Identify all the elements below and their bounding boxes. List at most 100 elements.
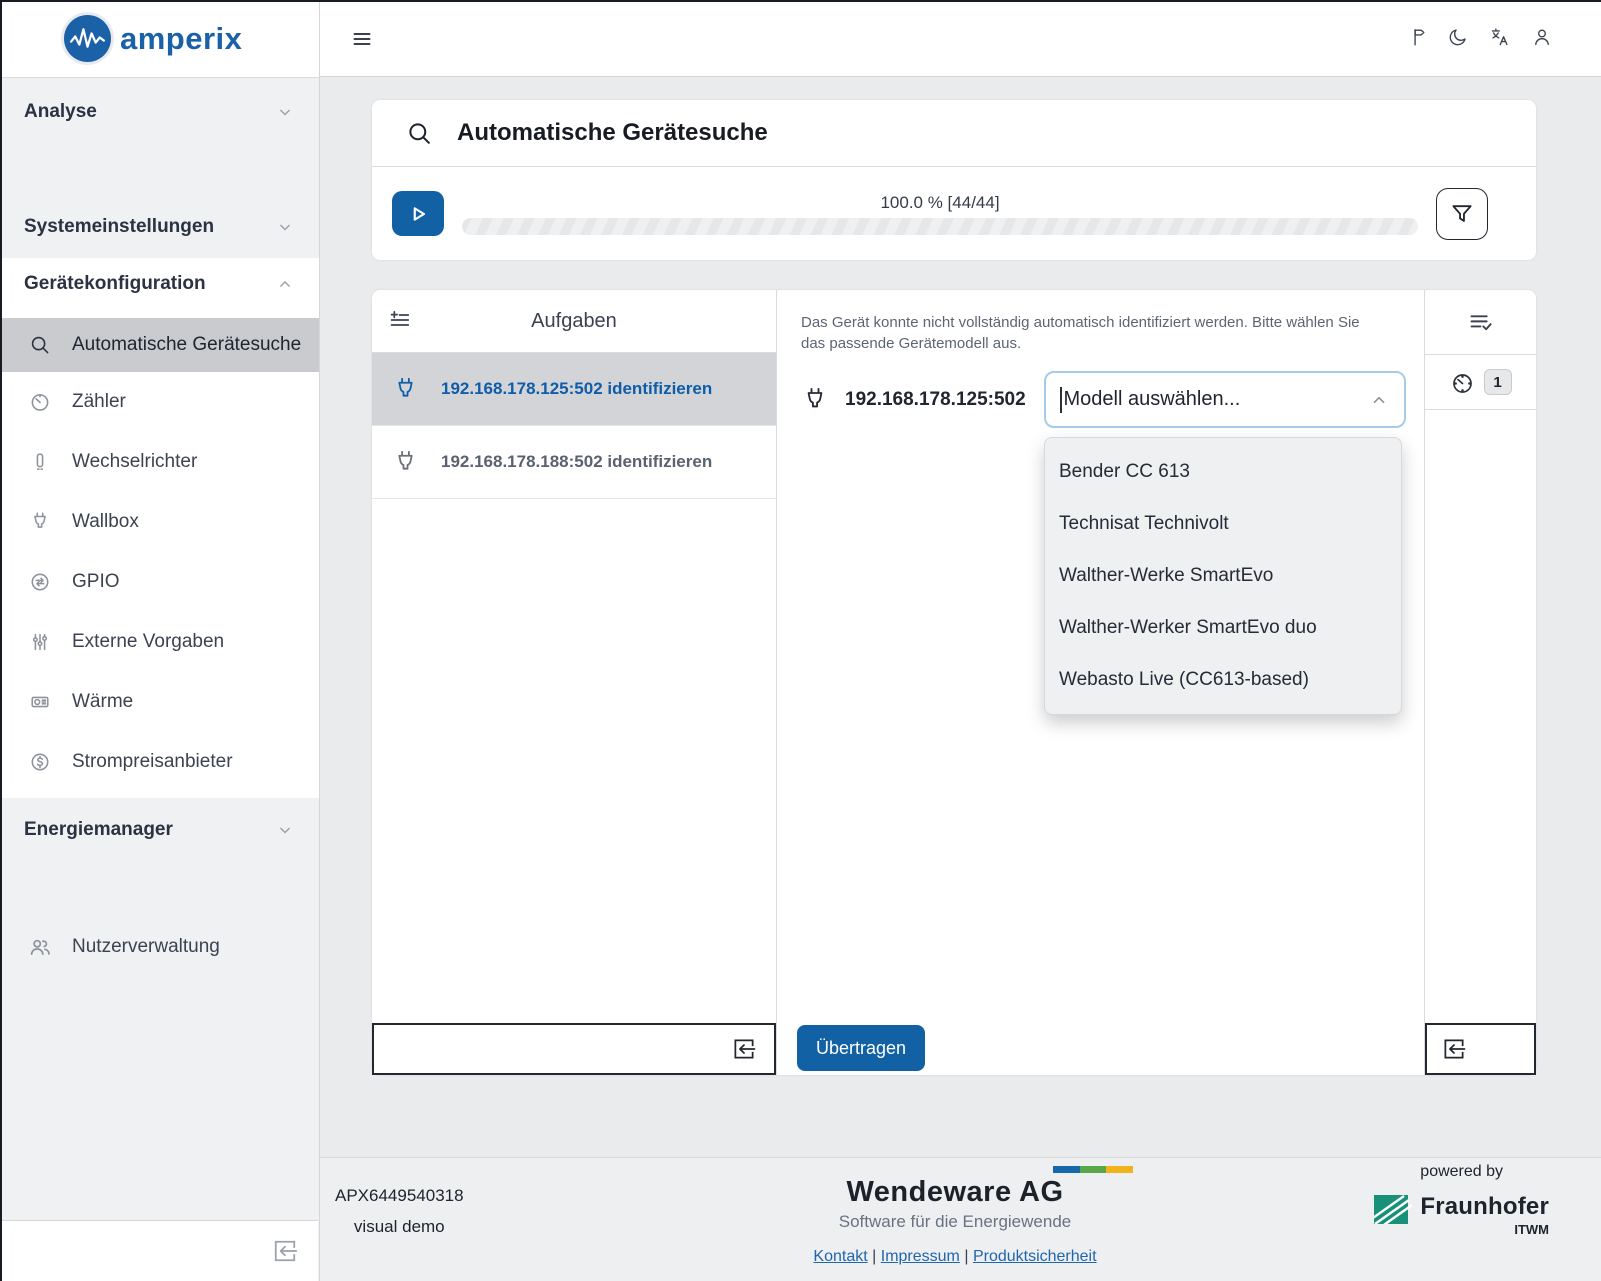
- search-title-row: Automatische Gerätesuche: [372, 100, 1536, 167]
- sidebar-item-automatische-geraetesuche[interactable]: Automatische Gerätesuche: [0, 318, 319, 372]
- collapse-tasks-button[interactable]: [730, 1035, 758, 1063]
- user-icon[interactable]: [1531, 26, 1553, 48]
- sidebar-item-externe-vorgaben[interactable]: Externe Vorgaben: [0, 612, 319, 672]
- brand-logo: amperix: [0, 0, 319, 78]
- main-area: Automatische Gerätesuche 100.0 % [44/44]: [320, 0, 1601, 1281]
- model-select-combobox[interactable]: Modell auswählen...: [1044, 371, 1406, 428]
- identification-message: Das Gerät konnte nicht vollständig autom…: [777, 290, 1424, 354]
- link-kontakt[interactable]: Kontakt: [813, 1248, 867, 1265]
- dropdown-option[interactable]: Webasto Live (CC613-based): [1045, 654, 1401, 706]
- plug-icon: [28, 511, 52, 533]
- swap-icon: [28, 571, 52, 593]
- content: Automatische Gerätesuche 100.0 % [44/44]: [320, 77, 1601, 1157]
- demo-mode-label: visual demo: [335, 1217, 464, 1237]
- chevron-down-icon: [275, 102, 295, 122]
- sidebar-item-label: Externe Vorgaben: [72, 631, 224, 653]
- link-separator: |: [964, 1248, 968, 1265]
- company-name: Wendeware AG: [775, 1176, 1135, 1209]
- powered-by-block: powered by Fraunhofer: [1374, 1163, 1549, 1237]
- device-row: 192.168.178.125:502 Modell auswählen...: [777, 371, 1424, 428]
- progress: 100.0 % [44/44]: [462, 193, 1418, 235]
- sidebar-item-waerme[interactable]: Wärme: [0, 672, 319, 732]
- sidebar-item-label: Wallbox: [72, 511, 139, 533]
- device-serial: APX6449540318: [335, 1186, 464, 1206]
- page-footer: APX6449540318 visual demo Wendeware AG S…: [320, 1157, 1601, 1281]
- dropdown-option[interactable]: Bender CC 613: [1045, 446, 1401, 498]
- powered-by-label: powered by: [1374, 1163, 1549, 1181]
- progress-bar: [462, 218, 1418, 235]
- brand-name: amperix: [120, 21, 242, 57]
- progress-row: 100.0 % [44/44]: [372, 167, 1536, 260]
- company-block: Wendeware AG Software für die Energiewen…: [775, 1166, 1135, 1266]
- sidebar-item-label: Automatische Gerätesuche: [72, 334, 301, 356]
- chevron-up-icon: [275, 274, 295, 294]
- plug-icon: [392, 449, 419, 476]
- sidebar-group-energiemanager[interactable]: Energiemanager: [0, 806, 319, 854]
- page-title: Automatische Gerätesuche: [457, 119, 768, 147]
- sidebar-item-zaehler[interactable]: Zähler: [0, 372, 319, 432]
- translate-icon[interactable]: [1489, 26, 1511, 48]
- search-icon: [28, 334, 52, 356]
- sidebar-group-geraetekonfiguration[interactable]: Gerätekonfiguration: [0, 258, 319, 310]
- amperix-logo-icon: [64, 15, 111, 62]
- bar-yellow: [1106, 1166, 1133, 1173]
- side-tools-panel: 1: [1425, 290, 1536, 1075]
- sliders-icon: [28, 631, 52, 653]
- sidebar-footer: [0, 1220, 318, 1281]
- task-row[interactable]: 192.168.178.125:502 identifizieren: [372, 353, 776, 426]
- link-produktsicherheit[interactable]: Produktsicherheit: [973, 1248, 1097, 1265]
- pending-count-badge: 1: [1484, 369, 1512, 395]
- sidebar-item-nutzerverwaltung[interactable]: Nutzerverwaltung: [0, 922, 319, 972]
- sidebar-item-strompreisanbieter[interactable]: Strompreisanbieter: [0, 732, 319, 792]
- moon-icon[interactable]: [1447, 26, 1469, 48]
- tasks-title: Aufgaben: [372, 310, 776, 333]
- chevron-up-icon: [1368, 389, 1390, 411]
- pending-tasks-cell: 1: [1425, 355, 1536, 410]
- fraunhofer-text: Fraunhofer ITWM: [1420, 1193, 1549, 1237]
- text-cursor: [1060, 387, 1062, 413]
- sidebar-item-wallbox[interactable]: Wallbox: [0, 492, 319, 552]
- chevron-down-icon: [275, 217, 295, 237]
- footer-links: Kontakt | Impressum | Produktsicherheit: [775, 1248, 1135, 1266]
- device-search-card: Automatische Gerätesuche 100.0 % [44/44]: [372, 100, 1536, 260]
- collapse-sidebar-button[interactable]: [270, 1236, 300, 1266]
- link-impressum[interactable]: Impressum: [881, 1248, 960, 1265]
- start-search-button[interactable]: [392, 191, 444, 236]
- tasks-panel: Aufgaben 192.168.178.125:502 identifizie…: [372, 290, 777, 1075]
- sidebar-item-label: Wechselrichter: [72, 451, 197, 473]
- sidebar-item-label: Strompreisanbieter: [72, 751, 233, 773]
- heat-icon: [28, 691, 52, 713]
- price-icon: [28, 751, 52, 773]
- dropdown-option[interactable]: Walther-Werker SmartEvo duo: [1045, 602, 1401, 654]
- bar-blue: [1053, 1166, 1080, 1173]
- dropdown-option[interactable]: Technisat Technivolt: [1045, 498, 1401, 550]
- sidebar-item-gpio[interactable]: GPIO: [0, 552, 319, 612]
- device-address: 192.168.178.125:502: [845, 389, 1026, 411]
- timer-icon[interactable]: [1450, 370, 1475, 395]
- tasks-footer: [372, 1023, 776, 1075]
- menu-toggle-button[interactable]: [350, 27, 374, 51]
- filter-button[interactable]: [1436, 188, 1488, 240]
- sidebar-item-label: GPIO: [72, 571, 120, 593]
- plug-icon: [801, 386, 829, 414]
- combobox-placeholder: Modell auswählen...: [1064, 388, 1369, 411]
- sidebar-item-label: Wärme: [72, 691, 133, 713]
- submit-button[interactable]: Übertragen: [797, 1025, 925, 1071]
- sidebar-group-analyse[interactable]: Analyse: [0, 88, 319, 136]
- meter-icon: [28, 391, 52, 413]
- sidebar-group-systemeinstellungen[interactable]: Systemeinstellungen: [0, 203, 319, 251]
- signpost-icon[interactable]: [1405, 26, 1427, 48]
- collapse-side-tools-button[interactable]: [1440, 1035, 1468, 1063]
- sidebar-item-wechselrichter[interactable]: Wechselrichter: [0, 432, 319, 492]
- task-row[interactable]: 192.168.178.188:502 identifizieren: [372, 426, 776, 499]
- bar-green: [1080, 1166, 1107, 1173]
- plug-icon: [392, 376, 419, 403]
- playlist-check-icon[interactable]: [1467, 309, 1494, 336]
- chevron-down-icon: [275, 820, 295, 840]
- dropdown-option[interactable]: Walther-Werke SmartEvo: [1045, 550, 1401, 602]
- inverter-icon: [28, 451, 52, 473]
- users-icon: [28, 935, 52, 959]
- company-tagline: Software für die Energiewende: [775, 1212, 1135, 1232]
- playlist-plus-icon[interactable]: [388, 309, 412, 333]
- tasks-header: Aufgaben: [372, 290, 776, 353]
